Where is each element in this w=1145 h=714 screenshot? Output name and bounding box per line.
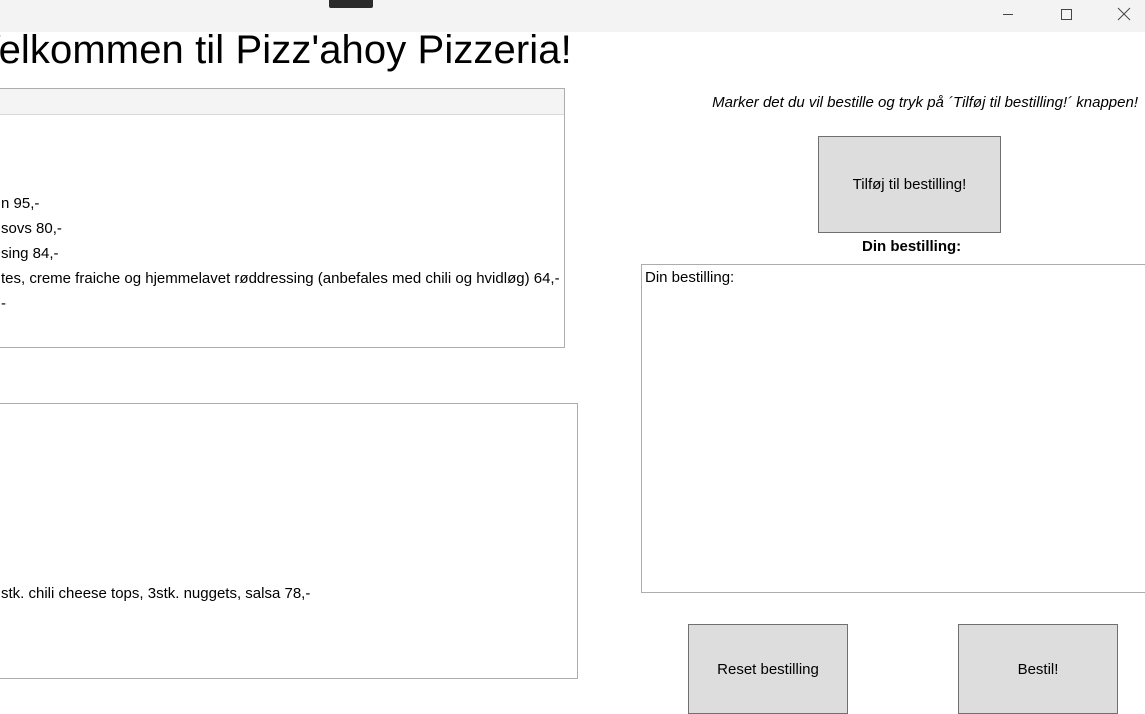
sides-menu-list[interactable]: stk. chili cheese tops, 3stk. nuggets, s… xyxy=(0,403,578,679)
minimize-icon xyxy=(1003,14,1013,15)
order-title: Din bestilling: xyxy=(862,238,962,255)
order-instruction: Marker det du vil bestille og tryk på ´T… xyxy=(712,94,1138,111)
reset-order-button[interactable]: Reset bestilling xyxy=(688,624,848,714)
list-header xyxy=(0,89,564,115)
close-icon xyxy=(1117,7,1131,21)
list-item[interactable]: sovs 80,- xyxy=(1,219,62,239)
app-icon xyxy=(329,0,373,8)
order-textbox-content: Din bestilling: xyxy=(645,269,735,286)
list-item[interactable]: tes, creme fraiche og hjemmelavet røddre… xyxy=(1,269,560,289)
list-item[interactable]: n 95,- xyxy=(1,194,39,214)
welcome-heading: Velkommen til Pizz'ahoy Pizzeria! xyxy=(0,28,572,72)
place-order-button[interactable]: Bestil! xyxy=(958,624,1118,714)
close-button[interactable] xyxy=(1101,0,1145,28)
list-item[interactable]: - xyxy=(1,294,6,314)
maximize-icon xyxy=(1061,9,1072,20)
list-item[interactable]: sing 84,- xyxy=(1,244,59,264)
list-item[interactable]: stk. chili cheese tops, 3stk. nuggets, s… xyxy=(1,584,310,604)
add-to-order-button[interactable]: Tilføj til bestilling! xyxy=(818,136,1001,233)
pizza-menu-list[interactable]: n 95,- sovs 80,- sing 84,- tes, creme fr… xyxy=(0,88,565,348)
order-textbox[interactable]: Din bestilling: xyxy=(641,264,1145,593)
maximize-button[interactable] xyxy=(1043,0,1089,28)
minimize-button[interactable] xyxy=(985,0,1031,28)
